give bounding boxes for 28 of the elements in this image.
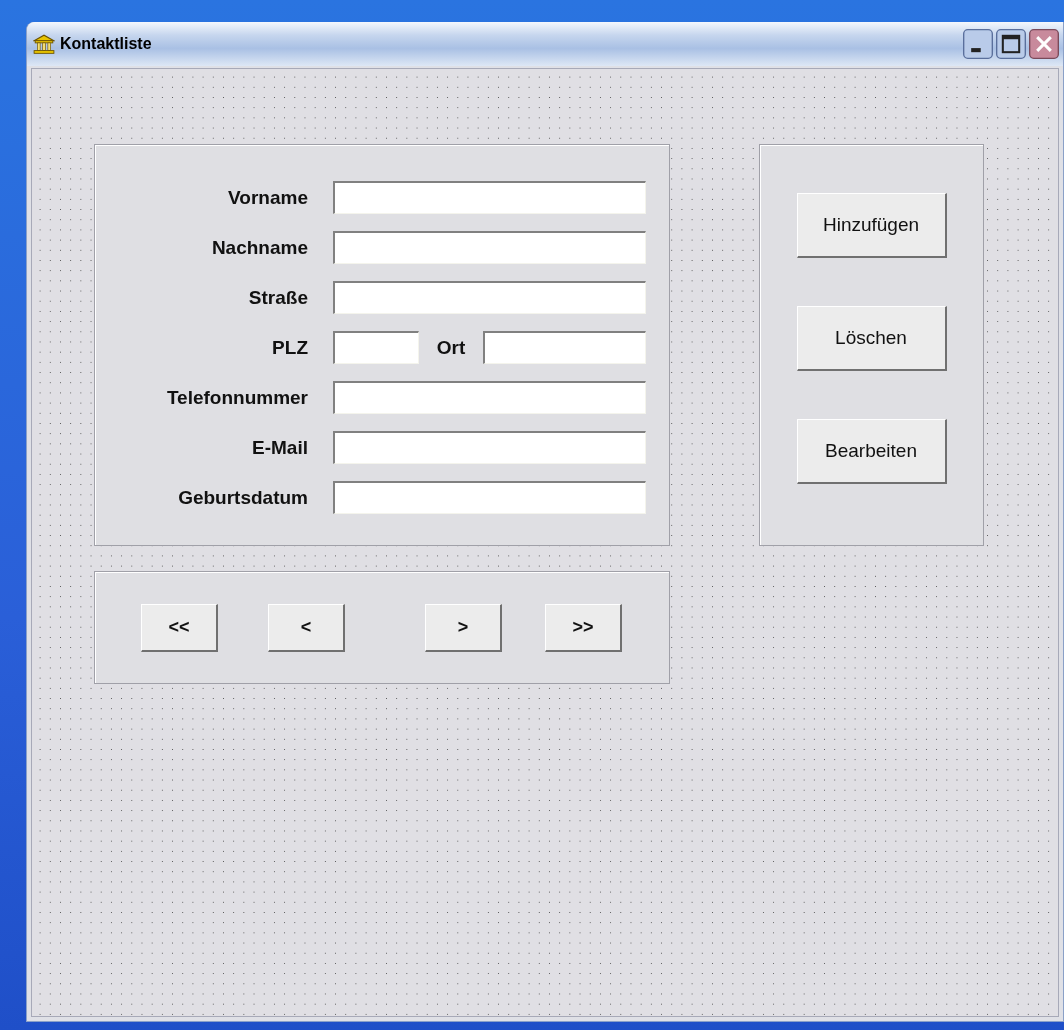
text-field[interactable] <box>333 481 646 514</box>
field-label: Geburtsdatum <box>177 486 309 509</box>
field-label: E-Mail <box>251 436 309 459</box>
field-label: PLZ <box>271 336 309 359</box>
field-label: Vorname <box>227 186 309 209</box>
action-button[interactable]: Bearbeiten <box>796 419 947 484</box>
navigation-button[interactable]: >> <box>545 603 622 652</box>
text-field[interactable] <box>483 331 646 364</box>
text-field[interactable] <box>333 281 646 314</box>
navigation-button[interactable]: << <box>141 603 218 652</box>
navigation-button[interactable]: < <box>268 603 345 652</box>
action-button[interactable]: Löschen <box>796 306 947 371</box>
field-label: Telefonnummer <box>165 386 309 409</box>
text-field[interactable] <box>333 181 646 214</box>
field-label: Nachname <box>210 236 309 259</box>
maximize-icon[interactable] <box>996 29 1026 59</box>
text-field[interactable] <box>333 231 646 264</box>
field-label: Ort <box>435 336 467 359</box>
text-field[interactable] <box>333 431 646 464</box>
window-title: Kontaktliste <box>60 35 152 53</box>
text-field[interactable] <box>333 331 419 364</box>
building-icon <box>33 34 55 54</box>
field-label: Straße <box>247 286 309 309</box>
text-field[interactable] <box>333 381 646 414</box>
minimize-icon[interactable] <box>963 29 993 59</box>
navigation-button[interactable]: > <box>425 603 502 652</box>
action-button[interactable]: Hinzufügen <box>796 193 947 258</box>
close-icon[interactable] <box>1029 29 1059 59</box>
